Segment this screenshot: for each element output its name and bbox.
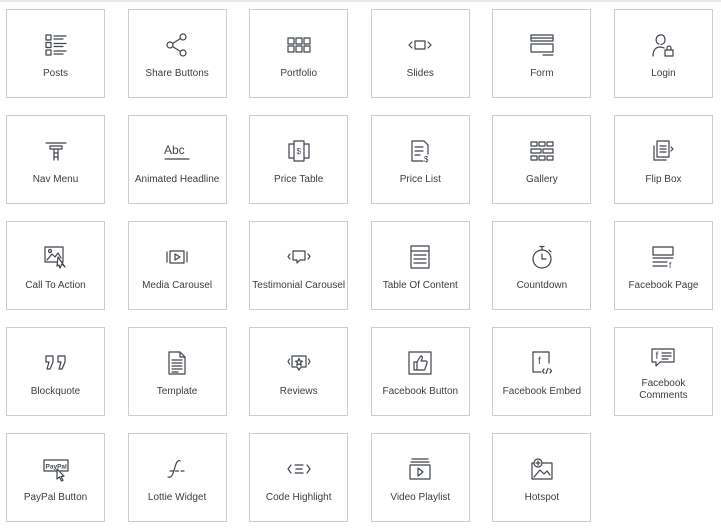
widget-label: Gallery <box>526 174 558 185</box>
widget-label: Facebook Comments <box>639 378 688 401</box>
widget-share-buttons[interactable]: Share Buttons <box>127 9 227 98</box>
widget-paypal-button[interactable]: PayPal PayPal Button <box>6 433 105 522</box>
widget-gallery[interactable]: Gallery <box>492 115 592 204</box>
template-document-icon <box>164 350 190 376</box>
paypal-button-icon: PayPal <box>42 456 69 482</box>
call-to-action-icon <box>43 244 69 270</box>
widget-facebook-button[interactable]: Facebook Button <box>370 327 470 416</box>
widget-facebook-page[interactable]: f Facebook Page <box>613 221 713 310</box>
price-table-icon: $ <box>286 138 312 164</box>
widget-label: Slides <box>406 68 434 79</box>
widget-countdown[interactable]: Countdown <box>492 221 592 310</box>
widget-hotspot[interactable]: Hotspot <box>492 433 592 522</box>
widget-label: Countdown <box>516 280 568 291</box>
widget-label: Table Of Content <box>382 280 458 291</box>
gallery-icon <box>529 138 555 164</box>
widget-label: Blockquote <box>30 386 81 397</box>
blockquote-icon <box>43 350 69 376</box>
widget-facebook-comments[interactable]: f Facebook Comments <box>613 327 713 416</box>
widget-label: Hotspot <box>524 492 560 503</box>
media-carousel-icon <box>164 244 190 270</box>
widget-blockquote[interactable]: Blockquote <box>6 327 105 416</box>
lottie-icon <box>164 456 190 482</box>
widget-video-playlist[interactable]: Video Playlist <box>370 433 470 522</box>
svg-text:Abc: Abc <box>164 143 185 157</box>
widget-label: PayPal Button <box>23 492 88 503</box>
top-divider <box>0 0 721 2</box>
widget-code-highlight[interactable]: Code Highlight <box>249 433 349 522</box>
widget-label: Price Table <box>274 174 324 185</box>
widget-slides[interactable]: Slides <box>370 9 470 98</box>
widget-testimonial-carousel[interactable]: Testimonial Carousel <box>249 221 349 310</box>
widget-reviews[interactable]: Reviews <box>249 327 349 416</box>
widget-animated-headline[interactable]: Abc Animated Headline <box>127 115 227 204</box>
svg-text:f: f <box>656 351 659 362</box>
video-playlist-icon <box>407 456 433 482</box>
widget-lottie-widget[interactable]: Lottie Widget <box>127 433 227 522</box>
slides-icon <box>407 32 433 58</box>
widget-label: Portfolio <box>280 68 318 79</box>
widget-price-table[interactable]: $ Price Table <box>249 115 349 204</box>
price-list-icon: $ <box>407 138 433 164</box>
widget-label: Call To Action <box>25 280 86 291</box>
widget-login[interactable]: Login <box>613 9 713 98</box>
widget-label: Nav Menu <box>32 174 79 185</box>
widget-media-carousel[interactable]: Media Carousel <box>127 221 227 310</box>
portfolio-grid-icon <box>286 32 312 58</box>
widget-table-of-content[interactable]: Table Of Content <box>370 221 470 310</box>
widget-nav-menu[interactable]: Nav Menu <box>6 115 105 204</box>
svg-text:f: f <box>538 356 541 367</box>
widget-price-list[interactable]: $ Price List <box>370 115 470 204</box>
widget-label: Animated Headline <box>134 174 220 185</box>
widget-grid: Posts Share Buttons Portfolio Slides Form Log… <box>6 9 713 522</box>
widget-label: Media Carousel <box>142 280 213 291</box>
facebook-like-icon <box>407 350 433 376</box>
widget-label: Form <box>530 68 554 79</box>
stopwatch-icon <box>529 244 555 270</box>
svg-text:f: f <box>669 261 672 270</box>
testimonial-carousel-icon <box>286 244 312 270</box>
widget-label: Lottie Widget <box>147 492 207 503</box>
widget-posts[interactable]: Posts <box>6 9 105 98</box>
widget-form[interactable]: Form <box>492 9 592 98</box>
flip-box-icon <box>650 138 676 164</box>
widget-facebook-embed[interactable]: f Facebook Embed <box>492 327 592 416</box>
form-icon <box>529 32 555 58</box>
widget-label: Facebook Button <box>382 386 459 397</box>
share-icon <box>164 32 190 58</box>
hotspot-icon <box>529 456 555 482</box>
code-highlight-icon <box>286 456 312 482</box>
widget-label: Template <box>156 386 198 397</box>
widget-label: Flip Box <box>645 174 682 185</box>
nav-menu-icon <box>43 138 69 164</box>
widget-flip-box[interactable]: Flip Box <box>613 115 713 204</box>
login-user-lock-icon <box>650 32 676 58</box>
widget-label: Facebook Page <box>628 280 699 291</box>
widget-label: Code Highlight <box>265 492 332 503</box>
svg-text:$: $ <box>296 147 301 156</box>
widget-label: Facebook Embed <box>502 386 582 397</box>
widget-label: Reviews <box>279 386 318 397</box>
svg-text:PayPal: PayPal <box>45 464 67 471</box>
widget-template[interactable]: Template <box>127 327 227 416</box>
facebook-page-icon: f <box>650 244 676 270</box>
animated-headline-icon: Abc <box>164 138 190 164</box>
table-of-content-icon <box>407 244 433 270</box>
widget-label: Login <box>651 68 676 79</box>
widget-label: Video Playlist <box>390 492 451 503</box>
widget-label: Share Buttons <box>145 68 209 79</box>
widget-label: Price List <box>399 174 441 185</box>
widget-label: Testimonial Carousel <box>252 280 346 291</box>
reviews-star-icon <box>286 350 312 376</box>
widget-label: Posts <box>42 68 68 79</box>
svg-text:$: $ <box>424 155 429 164</box>
facebook-embed-icon: f <box>529 350 555 376</box>
posts-icon <box>43 32 69 58</box>
facebook-comments-icon: f <box>650 345 676 371</box>
widget-portfolio[interactable]: Portfolio <box>249 9 349 98</box>
widget-call-to-action[interactable]: Call To Action <box>6 221 105 310</box>
